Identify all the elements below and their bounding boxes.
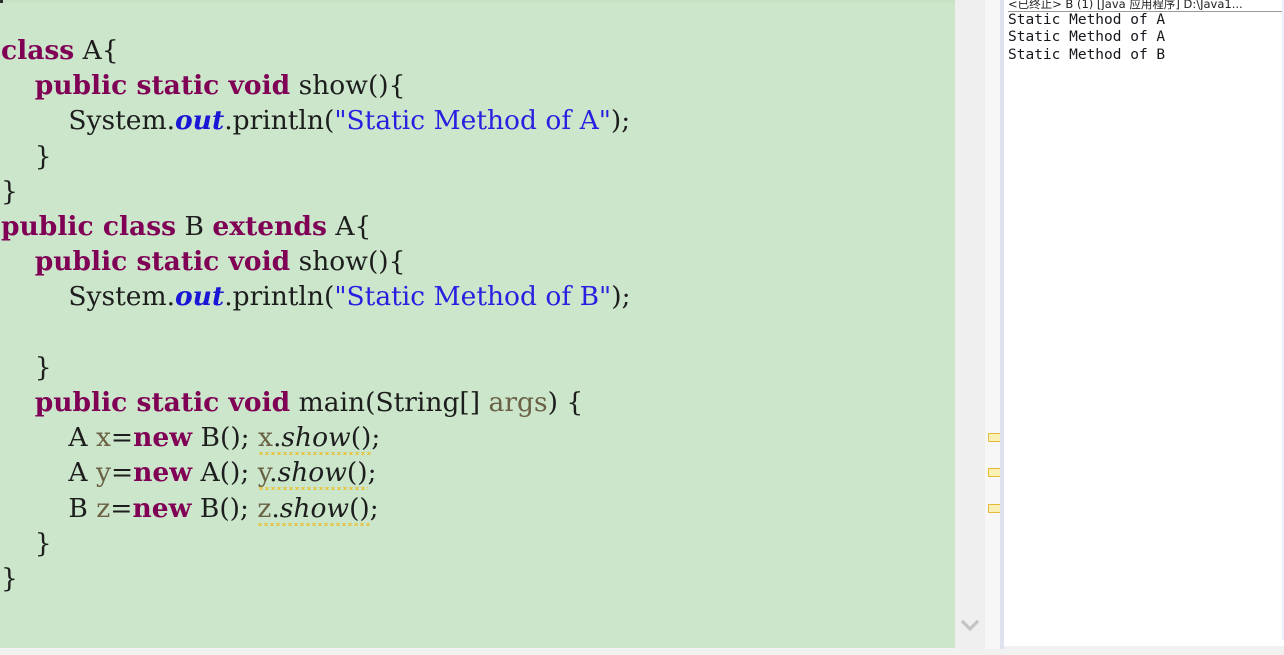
keyword-public-2: public static void bbox=[34, 246, 291, 278]
var-y: y bbox=[95, 457, 111, 489]
keyword-extends: extends bbox=[212, 211, 327, 243]
chevron-down-icon[interactable] bbox=[955, 615, 985, 637]
method-show-b: show(){ bbox=[298, 246, 406, 278]
assign-x: = bbox=[110, 422, 134, 454]
method-name-show-y: show bbox=[277, 457, 347, 489]
var-x: x bbox=[95, 422, 111, 454]
system-ref: System. bbox=[68, 105, 175, 137]
semi-y: ; bbox=[367, 457, 377, 489]
keyword-public-class: public class bbox=[1, 211, 177, 243]
println-call-b: .println( bbox=[224, 281, 335, 313]
keyword-public-main: public static void bbox=[34, 387, 291, 419]
main-signature: main(String[] bbox=[298, 387, 489, 419]
call-z-show[interactable]: z.show() bbox=[257, 492, 370, 527]
extends-type-a: A{ bbox=[335, 211, 372, 243]
console-pane[interactable]: <已终止> B (1) [Java 应用程序] D:\Java1... Stat… bbox=[1004, 0, 1284, 655]
method-name-show-z: show bbox=[279, 492, 350, 524]
keyword-new-x: new bbox=[133, 422, 193, 454]
main-open: ) { bbox=[547, 387, 584, 419]
stmt-end-b: ); bbox=[611, 281, 631, 313]
semi-z: ; bbox=[369, 492, 379, 524]
ide-window: class A{ public static void show(){ Syst… bbox=[0, 0, 1284, 655]
stmt-end-a: ); bbox=[610, 105, 631, 137]
call-y-show[interactable]: y.show() bbox=[257, 457, 368, 491]
args-x: () bbox=[350, 422, 372, 454]
type-a: A{ bbox=[82, 35, 119, 66]
editor-vertical-scrollbar[interactable] bbox=[955, 0, 985, 649]
static-field-out: out bbox=[175, 105, 225, 137]
keyword-new-y: new bbox=[133, 457, 193, 489]
system-ref-2: System. bbox=[68, 281, 175, 313]
assign-z: = bbox=[110, 492, 133, 524]
println-call-a: .println( bbox=[224, 105, 335, 137]
string-literal-b: "Static Method of B" bbox=[334, 281, 612, 313]
code-editor-pane[interactable]: class A{ public static void show(){ Syst… bbox=[0, 0, 1004, 649]
editor-bottom-edge bbox=[0, 649, 1004, 655]
param-args: args bbox=[488, 387, 548, 419]
dot-y: . bbox=[269, 457, 278, 489]
string-literal-a: "Static Method of A" bbox=[334, 105, 611, 137]
ctor-a-y: A(); bbox=[192, 457, 258, 489]
keyword-class: class bbox=[1, 35, 75, 66]
code-editing-surface[interactable]: class A{ public static void show(){ Syst… bbox=[0, 3, 955, 648]
close-brace-show-a: } bbox=[34, 140, 52, 172]
args-y: () bbox=[346, 457, 368, 489]
keyword-new-z: new bbox=[132, 492, 192, 524]
keyword-public: public static void bbox=[34, 70, 291, 102]
semi-x: ; bbox=[371, 422, 381, 454]
java-source-code[interactable]: class A{ public static void show(){ Syst… bbox=[0, 33, 631, 596]
var-z: z bbox=[96, 492, 111, 524]
console-output: Static Method of A Static Method of A St… bbox=[1008, 12, 1166, 63]
method-name-show-x: show bbox=[281, 422, 351, 454]
ctor-b-x: B(); bbox=[192, 422, 259, 454]
type-b: B bbox=[184, 211, 204, 243]
dot-z: . bbox=[271, 492, 280, 524]
close-brace-main: } bbox=[34, 527, 52, 559]
console-bottom-edge bbox=[1004, 646, 1284, 655]
method-show-a: show(){ bbox=[298, 70, 406, 102]
ref-y: y bbox=[257, 457, 270, 489]
close-brace-show-b: } bbox=[34, 351, 52, 383]
call-x-show[interactable]: x.show() bbox=[258, 422, 372, 456]
static-field-out-2: out bbox=[175, 281, 225, 313]
ctor-b-z: B(); bbox=[191, 492, 258, 524]
args-z: () bbox=[349, 492, 370, 524]
close-brace-class-b: } bbox=[1, 563, 18, 595]
decl-type-a-y: A bbox=[68, 457, 96, 489]
assign-y: = bbox=[110, 457, 134, 489]
ref-z: z bbox=[257, 492, 272, 524]
decl-type-b-z: B bbox=[68, 492, 97, 524]
decl-type-a-x: A bbox=[68, 422, 96, 454]
console-launch-title: <已终止> B (1) [Java 应用程序] D:\Java1... bbox=[1008, 0, 1243, 10]
close-brace-class-a: } bbox=[1, 175, 18, 207]
ref-x: x bbox=[258, 422, 273, 454]
